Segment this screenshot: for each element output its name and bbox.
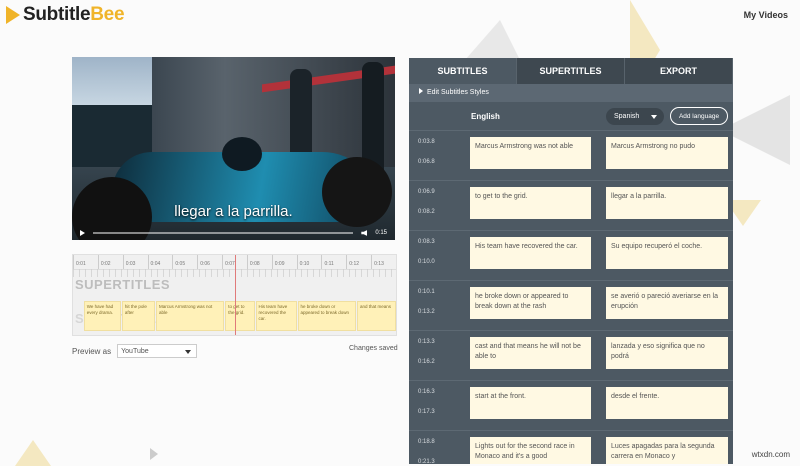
timeline-playhead[interactable]: [235, 255, 236, 335]
timeline-tick: 0:12: [346, 255, 371, 269]
video-controls: 0:15: [72, 226, 395, 240]
timeline-tick: 0:13: [371, 255, 396, 269]
source-subtitle-field[interactable]: he broke down or appeared to break down …: [470, 287, 591, 319]
logo-play-icon: [6, 6, 20, 24]
timeline-tick: 0:06: [197, 255, 222, 269]
decorative-triangle: [150, 448, 158, 460]
source-language: English: [471, 112, 500, 121]
tab-subtitles[interactable]: SUBTITLES: [409, 58, 517, 84]
decorative-triangle: [15, 440, 51, 466]
timeline-tick: 0:10: [296, 255, 322, 269]
start-time[interactable]: 0:03.8: [418, 139, 435, 145]
translated-subtitle-field[interactable]: Marcus Armstrong no pudo: [606, 137, 728, 169]
timeline[interactable]: 0:01 0:02 0:03 0:04 0:05 0:06 0:07 0:08 0:09 0:10…: [72, 254, 397, 336]
timeline-segment[interactable]: Marcus Armstrong was not able: [156, 301, 225, 331]
source-subtitle-field[interactable]: start at the front.: [470, 387, 591, 419]
subtitle-row: 0:08.3 0:10.0 His team have recovered the …: [409, 231, 733, 281]
start-time[interactable]: 0:18.8: [418, 439, 435, 445]
my-videos-link[interactable]: My Videos: [744, 10, 788, 20]
video-time: 0:15: [375, 230, 387, 236]
end-time[interactable]: 0:16.2: [418, 359, 435, 365]
timeline-tick: 0:01: [73, 255, 98, 269]
play-icon[interactable]: [80, 230, 85, 236]
start-time[interactable]: 0:08.3: [418, 239, 435, 245]
timeline-tick: 0:11: [321, 255, 346, 269]
language-row: English Spanish Add language: [409, 102, 733, 131]
subtitle-editor-panel: SUBTITLES SUPERTITLES EXPORT Edit Subtit…: [409, 58, 733, 464]
timeline-tick: 0:02: [97, 255, 123, 269]
edit-styles-toggle[interactable]: Edit Subtitles Styles: [409, 84, 733, 102]
timeline-tick: 0:08: [246, 255, 272, 269]
start-time[interactable]: 0:10.1: [418, 289, 435, 295]
video-caption: llegar a la parrilla.: [174, 203, 293, 220]
timeline-tick: 0:04: [147, 255, 173, 269]
subtitle-row: 0:13.3 0:16.2 cast and that means he will …: [409, 331, 733, 381]
start-time[interactable]: 0:16.3: [418, 389, 435, 395]
timeline-track-label: SUPERTITLES: [75, 277, 171, 292]
end-time[interactable]: 0:13.2: [418, 309, 435, 315]
preview-label: Preview as: [72, 346, 112, 356]
save-status: Changes saved: [349, 345, 398, 352]
end-time[interactable]: 0:08.2: [418, 209, 435, 215]
subtitle-rows: 0:03.8 0:06.8 Marcus Armstrong was not abl…: [409, 131, 733, 464]
end-time[interactable]: 0:10.0: [418, 259, 435, 265]
subtitle-row: 0:06.9 0:08.2 to get to the grid. llegar a …: [409, 181, 733, 231]
translated-subtitle-field[interactable]: llegar a la parrilla.: [606, 187, 728, 219]
source-subtitle-field[interactable]: His team have recovered the car.: [470, 237, 591, 269]
caret-right-icon: [419, 88, 423, 94]
subtitle-row: 0:16.3 0:17.3 start at the front. desde el …: [409, 381, 733, 431]
timeline-segment[interactable]: he broke down or appeared to break down: [297, 301, 356, 331]
timeline-segment[interactable]: hit the pole after: [121, 301, 156, 331]
logo[interactable]: SubtitleBee: [6, 4, 125, 26]
source-subtitle-field[interactable]: Lights out for the second race in Monaco…: [470, 437, 591, 464]
end-time[interactable]: 0:21.3: [418, 459, 435, 464]
video-progress-bar[interactable]: [93, 232, 354, 234]
chevron-down-icon: [185, 350, 192, 354]
end-time[interactable]: 0:06.8: [418, 159, 435, 165]
preview-platform-select[interactable]: YouTube: [117, 344, 198, 358]
watermark: wtxdn.com: [751, 450, 790, 459]
subtitle-row: 0:10.1 0:13.2 he broke down or appeared to…: [409, 281, 733, 331]
translated-subtitle-field[interactable]: desde el frente.: [606, 387, 728, 419]
chevron-down-icon: [651, 115, 657, 119]
timeline-segment[interactable]: His team have recovered the car.: [255, 301, 297, 331]
logo-text: SubtitleBee: [23, 4, 125, 25]
source-subtitle-field[interactable]: Marcus Armstrong was not able: [470, 137, 591, 169]
start-time[interactable]: 0:06.9: [418, 189, 435, 195]
translated-subtitle-field[interactable]: se averió o pareció averiarse en la erup…: [606, 287, 728, 319]
timeline-segment[interactable]: We have had every drama.: [83, 301, 121, 331]
subtitle-row: 0:03.8 0:06.8 Marcus Armstrong was not abl…: [409, 131, 733, 181]
timeline-segment[interactable]: to get to the grid.: [225, 301, 255, 331]
tab-export[interactable]: EXPORT: [625, 58, 733, 84]
start-time[interactable]: 0:13.3: [418, 339, 435, 345]
translated-subtitle-field[interactable]: lanzada y eso significa que no podrá: [606, 337, 728, 369]
tab-supertitles[interactable]: SUPERTITLES: [517, 58, 625, 84]
end-time[interactable]: 0:17.3: [418, 409, 435, 415]
subtitle-row: 0:18.8 0:21.3 Lights out for the second ra…: [409, 431, 733, 464]
volume-icon[interactable]: [361, 230, 368, 236]
timeline-tick: 0:09: [271, 255, 297, 269]
preview-selector: Preview as YouTube: [72, 344, 198, 358]
source-subtitle-field[interactable]: to get to the grid.: [470, 187, 591, 219]
video-player[interactable]: llegar a la parrilla. 0:15: [72, 57, 395, 240]
translated-subtitle-field[interactable]: Su equipo recuperó el coche.: [606, 237, 728, 269]
add-language-button[interactable]: Add language: [670, 107, 728, 125]
target-language-select[interactable]: Spanish: [606, 108, 664, 125]
source-subtitle-field[interactable]: cast and that means he will not be able …: [470, 337, 591, 369]
timeline-tick: 0:05: [172, 255, 197, 269]
editor-tabs: SUBTITLES SUPERTITLES EXPORT: [409, 58, 733, 84]
timeline-segment[interactable]: and that means: [356, 301, 396, 331]
translated-subtitle-field[interactable]: Luces apagadas para la segunda carrera e…: [606, 437, 728, 464]
timeline-tick: 0:03: [122, 255, 148, 269]
